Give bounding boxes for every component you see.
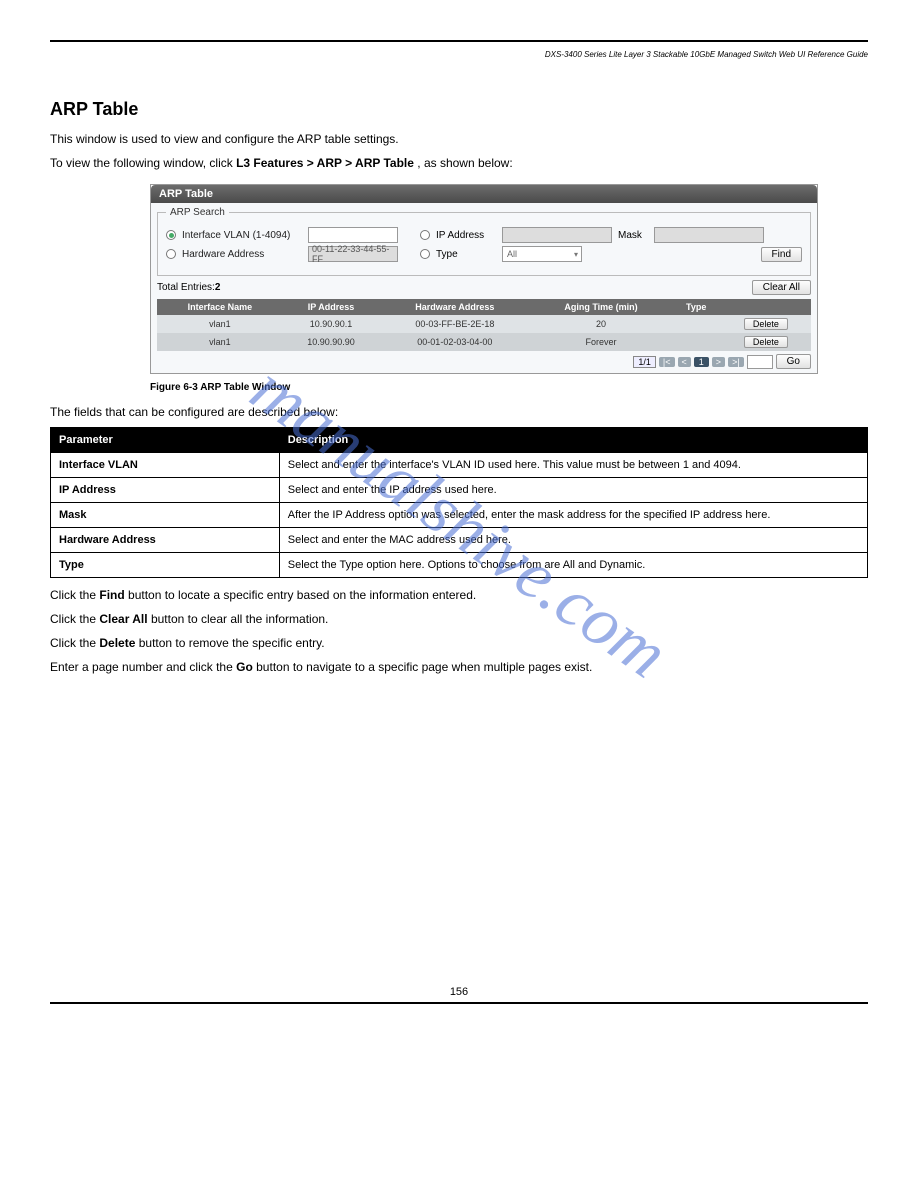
footer-rule [50, 1002, 868, 1004]
nav-prefix: To view the following window, click [50, 156, 236, 170]
label-mask: Mask [618, 230, 648, 241]
input-interface-vlan[interactable] [308, 227, 398, 243]
label-interface-vlan: Interface VLAN (1-4094) [182, 230, 302, 241]
figure-caption: Figure 6-3 ARP Table Window [150, 382, 868, 393]
cell-hw: 00-03-FF-BE-2E-18 [379, 315, 530, 333]
action-line: Click the Clear All button to clear all … [50, 612, 868, 626]
col-hw: Hardware Address [379, 299, 530, 315]
pager: 1/1 |< < 1 > >| Go [157, 354, 811, 369]
pager-current: 1 [694, 357, 709, 367]
clear-all-button[interactable]: Clear All [752, 280, 811, 295]
param-desc: Select and enter the IP address used her… [279, 478, 867, 503]
radio-hardware-address[interactable] [166, 249, 176, 259]
desc-para: The fields that can be configured are de… [50, 405, 868, 419]
param-name: Interface VLAN [51, 453, 280, 478]
nav-path: To view the following window, click L3 F… [50, 156, 868, 170]
cell-iface: vlan1 [157, 315, 283, 333]
param-name: Mask [51, 503, 280, 528]
radio-type[interactable] [420, 249, 430, 259]
section-intro: This window is used to view and configur… [50, 130, 868, 148]
param-name: Type [51, 553, 280, 578]
param-header: Parameter [51, 428, 280, 453]
action-btn: Go [236, 660, 253, 674]
action-suffix: button to remove the specific entry. [135, 636, 324, 650]
col-actions [721, 299, 811, 315]
col-interface: Interface Name [157, 299, 283, 315]
param-table: Parameter Description Interface VLANSele… [50, 427, 868, 578]
label-type: Type [436, 249, 496, 260]
radio-ip-address[interactable] [420, 230, 430, 240]
cell-ip: 10.90.90.90 [283, 333, 379, 351]
delete-button[interactable]: Delete [744, 336, 788, 348]
find-button[interactable]: Find [761, 247, 802, 262]
nav-path-text: L3 Features > ARP > ARP Table [236, 156, 414, 170]
pager-next[interactable]: > [712, 357, 725, 367]
action-prefix: Click the [50, 612, 99, 626]
param-name: Hardware Address [51, 528, 280, 553]
pager-last[interactable]: >| [728, 357, 744, 367]
param-desc: Select the Type option here. Options to … [279, 553, 867, 578]
action-line: Enter a page number and click the Go but… [50, 660, 868, 674]
section-title: ARP Table [50, 99, 868, 120]
cell-age: Forever [530, 333, 671, 351]
label-hardware-address: Hardware Address [182, 249, 302, 260]
cell-type [672, 315, 721, 333]
cell-type [672, 333, 721, 351]
cell-ip: 10.90.90.1 [283, 315, 379, 333]
param-desc: Select and enter the interface's VLAN ID… [279, 453, 867, 478]
action-suffix: button to clear all the information. [148, 612, 329, 626]
delete-button[interactable]: Delete [744, 318, 788, 330]
arp-search-fieldset: ARP Search Interface VLAN (1-4094) IP Ad… [157, 207, 811, 276]
cell-hw: 00-01-02-03-04-00 [379, 333, 530, 351]
cell-iface: vlan1 [157, 333, 283, 351]
cell-age: 20 [530, 315, 671, 333]
action-prefix: Enter a page number and click the [50, 660, 236, 674]
action-btn: Delete [99, 636, 135, 650]
table-row: vlan1 10.90.90.1 00-03-FF-BE-2E-18 20 De… [157, 315, 811, 333]
select-type[interactable]: All [502, 246, 582, 262]
nav-suffix: , as shown below: [417, 156, 512, 170]
page-number: 156 [50, 986, 868, 998]
pager-input[interactable] [747, 355, 773, 369]
action-line: Click the Find button to locate a specif… [50, 588, 868, 602]
input-ip-address[interactable] [502, 227, 612, 243]
col-age: Aging Time (min) [530, 299, 671, 315]
action-suffix: button to navigate to a specific page wh… [253, 660, 593, 674]
action-prefix: Click the [50, 588, 99, 602]
col-type: Type [672, 299, 721, 315]
screenshot-title: ARP Table [151, 185, 817, 203]
page-indicator: 1/1 [633, 356, 656, 368]
pager-first[interactable]: |< [659, 357, 675, 367]
param-name: IP Address [51, 478, 280, 503]
input-hardware-address[interactable]: 00-11-22-33-44-55-FF [308, 246, 398, 262]
action-suffix: button to locate a specific entry based … [125, 588, 477, 602]
action-prefix: Click the [50, 636, 99, 650]
action-btn: Clear All [99, 612, 147, 626]
total-entries-value: 2 [215, 282, 221, 293]
label-ip-address: IP Address [436, 230, 496, 241]
arp-table: Interface Name IP Address Hardware Addre… [157, 299, 811, 351]
action-btn: Find [99, 588, 124, 602]
pager-prev[interactable]: < [678, 357, 691, 367]
desc-header: Description [279, 428, 867, 453]
screenshot-window: ARP Table ARP Search Interface VLAN (1-4… [150, 184, 818, 374]
col-ip: IP Address [283, 299, 379, 315]
param-desc: Select and enter the MAC address used he… [279, 528, 867, 553]
total-entries-label: Total Entries: [157, 282, 215, 293]
radio-interface-vlan[interactable] [166, 230, 176, 240]
action-line: Click the Delete button to remove the sp… [50, 636, 868, 650]
arp-search-legend: ARP Search [166, 207, 229, 218]
pager-go-button[interactable]: Go [776, 354, 811, 369]
header-rule [50, 40, 868, 42]
input-mask[interactable] [654, 227, 764, 243]
header-product-title: DXS-3400 Series Lite Layer 3 Stackable 1… [50, 50, 868, 59]
param-desc: After the IP Address option was selected… [279, 503, 867, 528]
table-row: vlan1 10.90.90.90 00-01-02-03-04-00 Fore… [157, 333, 811, 351]
